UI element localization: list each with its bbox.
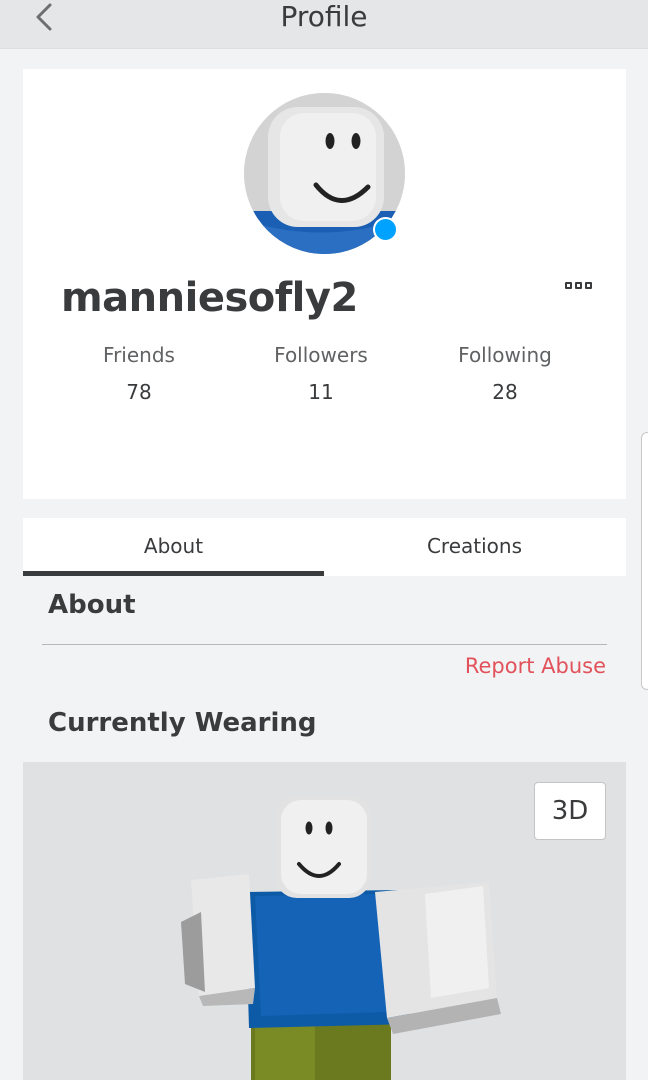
- stat-count: 28: [492, 380, 518, 404]
- tab-about[interactable]: About: [23, 518, 324, 576]
- stat-label: Following: [458, 343, 552, 367]
- 3d-view-button[interactable]: 3D: [534, 782, 606, 840]
- top-bar: Profile: [0, 0, 648, 49]
- scrollbar-handle[interactable]: [641, 432, 648, 690]
- avatar-viewer[interactable]: 3D: [23, 762, 626, 1080]
- stat-following[interactable]: Following 28: [410, 341, 600, 406]
- currently-wearing-heading: Currently Wearing: [48, 708, 317, 738]
- profile-card: manniesofly2 Friends 78 Followers 11 Fol…: [23, 69, 626, 499]
- about-heading: About: [48, 590, 136, 620]
- username: manniesofly2: [61, 275, 358, 321]
- stat-count: 11: [308, 380, 334, 404]
- divider: [42, 644, 607, 645]
- page-title: Profile: [280, 0, 368, 33]
- profile-tabs: About Creations: [23, 518, 626, 576]
- stat-friends[interactable]: Friends 78: [44, 341, 234, 406]
- tab-creations[interactable]: Creations: [324, 518, 625, 576]
- stat-label: Followers: [274, 343, 368, 367]
- report-abuse-link[interactable]: Report Abuse: [465, 654, 606, 678]
- online-status-indicator: [373, 217, 398, 242]
- stat-count: 78: [126, 380, 152, 404]
- stat-followers[interactable]: Followers 11: [226, 341, 416, 406]
- stat-label: Friends: [103, 343, 175, 367]
- more-options-icon[interactable]: [565, 282, 592, 289]
